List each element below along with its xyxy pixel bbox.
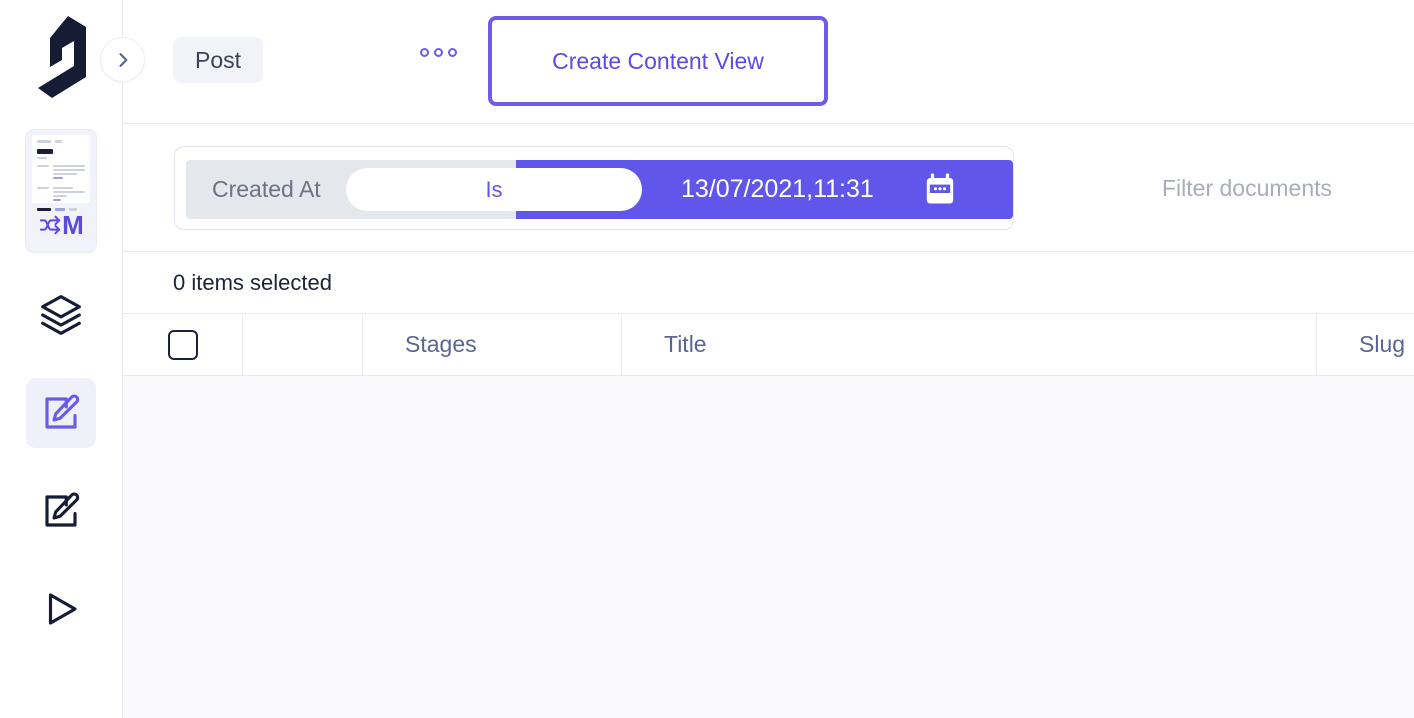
more-horizontal-icon[interactable] [420,48,457,57]
create-content-view-button[interactable]: Create Content View [488,16,828,106]
filter-value-group[interactable]: 13/07/2021,11:31 [681,160,958,219]
dot-2 [434,48,443,57]
model-chip-post[interactable]: Post [173,37,264,83]
filter-operator-button[interactable]: Is [346,168,642,211]
table-col-title-label: Title [664,331,707,357]
sidebar-item-schema[interactable] [26,280,96,350]
selection-status-bar: 0 items selected [123,252,1414,314]
sidebar-expand-button[interactable] [100,37,145,82]
table-col-slug[interactable]: Slug [1317,314,1414,375]
model-preview-card[interactable]: M [26,130,96,252]
dot-1 [420,48,429,57]
filter-documents-placeholder: Filter documents [1162,174,1333,201]
calendar-icon[interactable] [922,172,958,208]
table-col-stages[interactable]: Stages [363,314,622,375]
play-icon [48,593,77,625]
rail-items: M [0,102,122,644]
filter-documents-input[interactable]: Filter documents [1134,125,1414,251]
table-col-slug-label: Slug [1359,331,1406,357]
sidebar-item-api-playground[interactable] [26,574,96,644]
filter-chip-inner: Created At Is 13/07/2021,11:31 [186,160,1013,219]
filter-value-label: 13/07/2021,11:31 [681,175,874,203]
filter-operator-label: Is [485,176,503,202]
hygraph-logo[interactable] [26,12,96,102]
table-col-select[interactable] [123,314,243,375]
dot-3 [448,48,457,57]
create-content-view-label: Create Content View [552,47,764,74]
table-col-blank [243,314,363,375]
app-root: M Post Create Content View Created At Is… [0,0,1414,718]
sidebar-item-assets[interactable] [26,476,96,546]
edit-square-icon [45,394,80,429]
table-col-stages-label: Stages [405,331,477,357]
table-col-title[interactable]: Title [622,314,1317,375]
filter-operator-segment[interactable]: Is 13/07/2021,11:31 [346,160,1013,219]
preview-card-logo: M [26,212,96,238]
preview-card-logo-text: M [62,210,84,240]
sidebar-item-content[interactable] [26,378,96,448]
layers-icon [41,295,81,335]
model-chip-label: Post [195,46,242,73]
top-toolbar: Post Create Content View [123,0,1414,124]
documents-table-header: Stages Title Slug [123,314,1414,376]
left-nav-rail: M [0,0,123,718]
filter-field-label: Created At [212,176,321,202]
filter-chip-created-at[interactable]: Created At Is 13/07/2021,11:31 [174,146,1014,230]
hygraph-logo-icon [38,16,86,98]
shuffle-icon [39,215,61,235]
preview-card-paper [32,135,90,211]
edit-square-icon [45,492,80,527]
select-all-checkbox[interactable] [167,329,198,360]
filter-bar: Created At Is 13/07/2021,11:31 Filter do… [123,124,1414,252]
documents-table-body [123,376,1414,718]
chevron-right-icon [118,52,127,67]
selection-status-text: 0 items selected [173,269,332,295]
